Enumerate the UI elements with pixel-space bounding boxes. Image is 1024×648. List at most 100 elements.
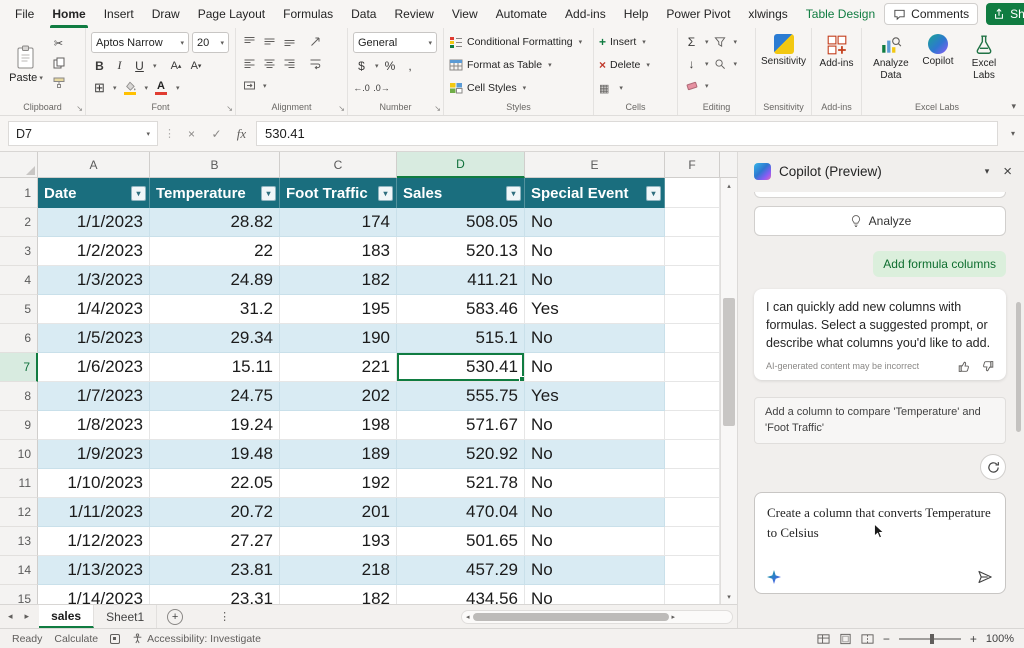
cell-E3[interactable]: No <box>525 237 665 266</box>
cell-D5[interactable]: 583.46 <box>397 295 525 324</box>
row-header-7[interactable]: 7 <box>0 353 38 382</box>
zoom-slider[interactable] <box>899 638 961 640</box>
sheet-tab-sheet1[interactable]: Sheet1 <box>94 605 157 628</box>
cell-D13[interactable]: 501.65 <box>397 527 525 556</box>
cell-B5[interactable]: 31.2 <box>150 295 280 324</box>
underline-button[interactable]: U <box>131 56 148 75</box>
horizontal-scroll-thumb[interactable] <box>473 613 669 621</box>
cell-F8[interactable] <box>665 382 720 411</box>
filter-dropdown-icon[interactable]: ▾ <box>378 186 393 201</box>
autosum-button[interactable]: Σ <box>683 32 700 51</box>
cell-B3[interactable]: 22 <box>150 237 280 266</box>
copilot-close-icon[interactable]: × <box>1003 164 1012 179</box>
cell-D10[interactable]: 520.92 <box>397 440 525 469</box>
cell-C15[interactable]: 182 <box>280 585 397 604</box>
cell-D11[interactable]: 521.78 <box>397 469 525 498</box>
cell-B2[interactable]: 28.82 <box>150 208 280 237</box>
increase-decimal-button[interactable]: ←.0 <box>353 78 370 97</box>
cell-A6[interactable]: 1/5/2023 <box>38 324 150 353</box>
excel-labs-button[interactable]: Excel Labs <box>961 32 1007 81</box>
cancel-button[interactable]: × <box>181 123 202 144</box>
cell-F6[interactable] <box>665 324 720 353</box>
cell-A5[interactable]: 1/4/2023 <box>38 295 150 324</box>
cell-F4[interactable] <box>665 266 720 295</box>
cell-B8[interactable]: 24.75 <box>150 382 280 411</box>
cell-C9[interactable]: 198 <box>280 411 397 440</box>
row-header-14[interactable]: 14 <box>0 556 38 585</box>
row-header-15[interactable]: 15 <box>0 585 38 604</box>
expand-formula-bar-icon[interactable]: ▾ <box>1002 129 1024 138</box>
cell-F13[interactable] <box>665 527 720 556</box>
delete-cells-button[interactable]: × Delete▾ <box>599 55 672 75</box>
row-header-9[interactable]: 9 <box>0 411 38 440</box>
row-header-1[interactable]: 1 <box>0 178 38 208</box>
tab-xlwings[interactable]: xlwings <box>739 0 796 28</box>
borders-button[interactable]: ⊞ <box>91 78 108 97</box>
page-layout-view-icon[interactable] <box>839 633 852 645</box>
cell-styles-button[interactable]: Cell Styles▾ <box>449 78 588 98</box>
number-format-select[interactable]: General▾ <box>353 32 437 53</box>
filter-dropdown-icon[interactable]: ▾ <box>261 186 276 201</box>
cell-C6[interactable]: 190 <box>280 324 397 353</box>
row-header-3[interactable]: 3 <box>0 237 38 266</box>
cell-E2[interactable]: No <box>525 208 665 237</box>
scroll-right-icon[interactable]: ▸ <box>672 613 676 621</box>
font-size-select[interactable]: 20▾ <box>192 32 229 53</box>
cell-C8[interactable]: 202 <box>280 382 397 411</box>
cell-A2[interactable]: 1/1/2023 <box>38 208 150 237</box>
scroll-left-icon[interactable]: ◂ <box>466 613 470 621</box>
tab-page-layout[interactable]: Page Layout <box>189 0 274 28</box>
tab-help[interactable]: Help <box>615 0 658 28</box>
cell-E15[interactable]: No <box>525 585 665 604</box>
copilot-scrollbar-thumb[interactable] <box>1016 302 1021 432</box>
cell-E13[interactable]: No <box>525 527 665 556</box>
suggested-prompt[interactable]: Add a column to compare 'Temperature' an… <box>754 397 1006 444</box>
cell-B14[interactable]: 23.81 <box>150 556 280 585</box>
cell-D9[interactable]: 571.67 <box>397 411 525 440</box>
page-break-view-icon[interactable] <box>861 633 874 645</box>
cell-F11[interactable] <box>665 469 720 498</box>
cell-C7[interactable]: 221 <box>280 353 397 382</box>
cell-D8[interactable]: 555.75 <box>397 382 525 411</box>
shrink-font-button[interactable]: A▾ <box>188 56 205 75</box>
font-name-select[interactable]: Aptos Narrow▾ <box>91 32 189 53</box>
formula-input[interactable]: 530.41 <box>256 121 998 146</box>
cell-A4[interactable]: 1/3/2023 <box>38 266 150 295</box>
cell-A3[interactable]: 1/2/2023 <box>38 237 150 266</box>
copy-icon[interactable] <box>50 55 67 71</box>
name-box-dropdown-icon[interactable]: ▾ <box>146 130 150 138</box>
cell-C5[interactable]: 195 <box>280 295 397 324</box>
row-header-10[interactable]: 10 <box>0 440 38 469</box>
cell-A10[interactable]: 1/9/2023 <box>38 440 150 469</box>
cell-D4[interactable]: 411.21 <box>397 266 525 295</box>
accessibility-status[interactable]: Accessibility: Investigate <box>132 633 261 645</box>
dialog-launcher-icon[interactable]: ↘ <box>226 104 233 113</box>
cell-B12[interactable]: 20.72 <box>150 498 280 527</box>
addins-button[interactable]: Add-ins <box>817 32 856 70</box>
row-header-5[interactable]: 5 <box>0 295 38 324</box>
cell-F12[interactable] <box>665 498 720 527</box>
format-cells-button[interactable]: ▦ ▾ <box>599 78 672 98</box>
tab-data[interactable]: Data <box>342 0 385 28</box>
cell-F2[interactable] <box>665 208 720 237</box>
cell-F7[interactable] <box>665 353 720 382</box>
record-macro-icon[interactable] <box>110 634 120 644</box>
cell-B6[interactable]: 29.34 <box>150 324 280 353</box>
cell-C2[interactable]: 174 <box>280 208 397 237</box>
cell-C11[interactable]: 192 <box>280 469 397 498</box>
align-left-icon[interactable] <box>241 54 258 73</box>
align-top-icon[interactable] <box>241 32 258 51</box>
cell-C3[interactable]: 183 <box>280 237 397 266</box>
cell-B13[interactable]: 27.27 <box>150 527 280 556</box>
cell-E10[interactable]: No <box>525 440 665 469</box>
cell-C10[interactable]: 189 <box>280 440 397 469</box>
zoom-slider-thumb[interactable] <box>930 634 934 644</box>
cell-F5[interactable] <box>665 295 720 324</box>
calculate-status[interactable]: Calculate <box>54 633 98 645</box>
row-header-11[interactable]: 11 <box>0 469 38 498</box>
align-center-icon[interactable] <box>261 54 278 73</box>
cell-D2[interactable]: 508.05 <box>397 208 525 237</box>
cell-D15[interactable]: 434.56 <box>397 585 525 604</box>
collapse-ribbon-icon[interactable]: ▾ <box>1011 101 1016 112</box>
normal-view-icon[interactable] <box>817 633 830 645</box>
